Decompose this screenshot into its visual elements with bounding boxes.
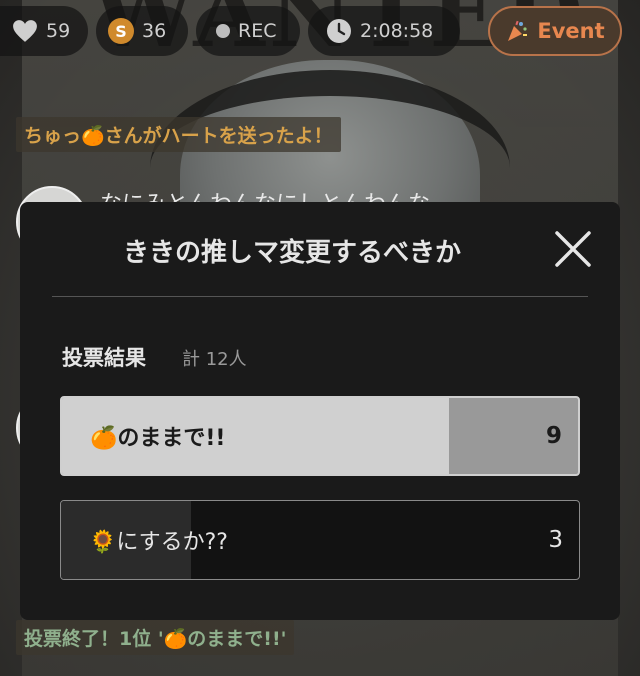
divider: [52, 296, 588, 297]
heart-icon: [12, 19, 38, 43]
option-count: 3: [548, 527, 563, 553]
coins-count: 36: [142, 20, 167, 42]
close-icon: [555, 231, 591, 267]
party-popper-icon: [505, 19, 529, 43]
total-voters: 計 12人: [182, 349, 247, 370]
event-label: Event: [537, 19, 605, 43]
poll-title: ききの推しマ変更するべきか: [122, 238, 461, 268]
option-count: 9: [545, 423, 562, 449]
coins-counter: S 36: [96, 6, 188, 56]
option-label: 🌻にするか??: [89, 530, 228, 555]
hearts-count: 59: [46, 20, 71, 42]
coin-icon: S: [108, 18, 134, 44]
top-status-bar: 59 S 36 REC 2:08:58 Event: [0, 6, 640, 56]
clock-icon: [326, 18, 352, 44]
vote-result-notice: 投票終了！1位 '🍊のままで!!': [16, 620, 295, 655]
hearts-counter: 59: [0, 6, 88, 56]
event-button[interactable]: Event: [488, 6, 622, 56]
poll-results-modal: ききの推しマ変更するべきか 投票結果 計 12人 🍊のままで!! 9 🌻にするか…: [20, 202, 620, 620]
option-label: 🍊のままで!!: [90, 426, 226, 451]
record-dot-icon: [216, 24, 230, 38]
results-label: 投票結果: [62, 346, 146, 370]
poll-option-1[interactable]: 🍊のままで!! 9: [60, 396, 580, 476]
timer-value: 2:08:58: [360, 20, 434, 42]
heart-notice: ちゅっ🍊さんがハートを送ったよ！: [16, 117, 341, 152]
rec-indicator: REC: [196, 6, 300, 56]
rec-label: REC: [238, 20, 277, 42]
close-button[interactable]: [551, 227, 595, 271]
poll-option-2[interactable]: 🌻にするか?? 3: [60, 500, 580, 580]
stream-timer: 2:08:58: [308, 6, 460, 56]
